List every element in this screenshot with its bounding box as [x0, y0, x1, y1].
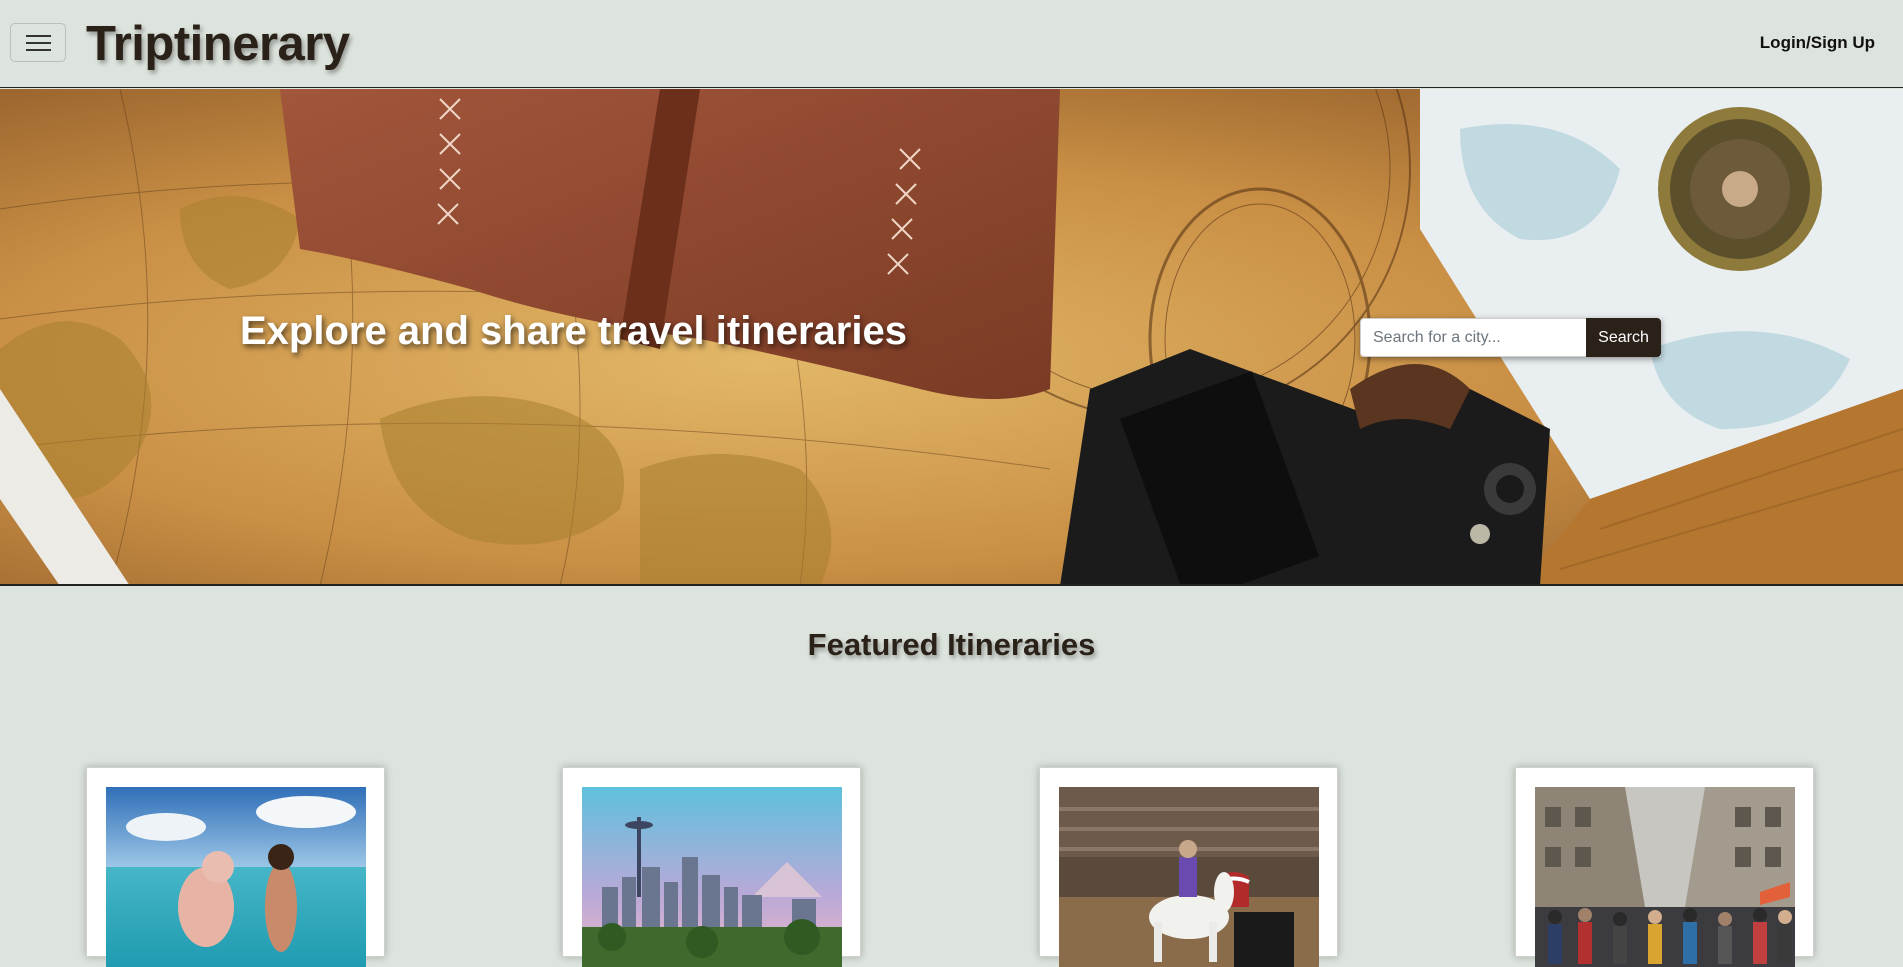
city-search-input[interactable]	[1360, 318, 1586, 357]
itinerary-image-3	[1059, 787, 1319, 967]
itinerary-image-2	[582, 787, 842, 967]
login-signup-link[interactable]: Login/Sign Up	[1760, 33, 1875, 53]
hero-banner: Explore and share travel itineraries Sea…	[0, 89, 1903, 586]
featured-itineraries-heading: Featured Itineraries	[807, 627, 1096, 662]
city-search-form: Search	[1360, 318, 1661, 357]
brand-logo[interactable]: Triptinerary	[86, 16, 350, 72]
itinerary-card-4[interactable]	[1515, 767, 1814, 967]
search-button[interactable]: Search	[1586, 318, 1661, 357]
itinerary-card-1[interactable]	[86, 767, 385, 967]
hero-title: Explore and share travel itineraries	[240, 309, 907, 353]
itinerary-card-2[interactable]	[562, 767, 861, 967]
hamburger-menu-icon[interactable]	[10, 23, 66, 62]
itinerary-image-4	[1535, 787, 1795, 967]
itinerary-card-3[interactable]	[1039, 767, 1338, 967]
navbar: Triptinerary Login/Sign Up	[0, 0, 1903, 88]
itinerary-image-1	[106, 787, 366, 967]
